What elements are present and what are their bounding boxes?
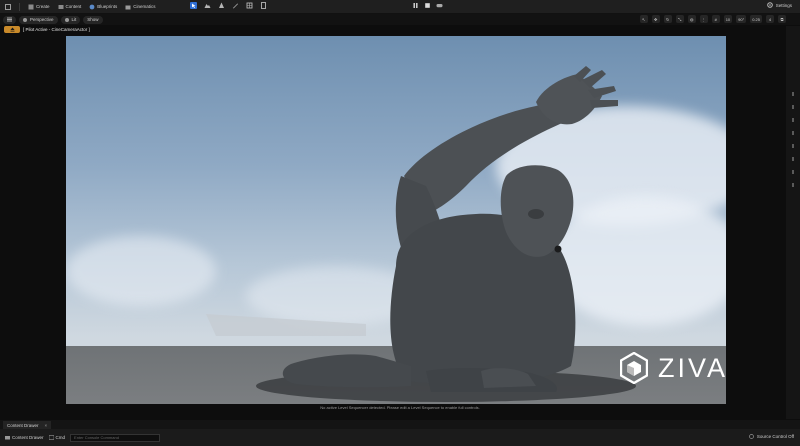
- main-toolbar: Create Content Blueprints Cinematics Set…: [0, 0, 800, 14]
- source-control-label: Source Control Off: [756, 434, 794, 439]
- viewport-menu-button[interactable]: [3, 15, 16, 24]
- foliage-mode-icon[interactable]: [218, 2, 225, 9]
- hamburger-icon: [7, 17, 12, 22]
- rotate-tool-button[interactable]: ↻: [663, 15, 672, 23]
- toolbar-separator: [19, 2, 20, 11]
- content-drawer-button[interactable]: Content Drawer: [5, 435, 44, 440]
- perspective-icon: [23, 17, 27, 22]
- side-marker: [792, 105, 794, 109]
- mode-toolbar: [190, 2, 267, 9]
- cmd-button[interactable]: Cmd: [48, 435, 66, 440]
- folder-icon: [5, 436, 10, 440]
- gear-icon: [766, 2, 773, 8]
- cinematics-button[interactable]: Cinematics: [122, 2, 158, 12]
- content-button[interactable]: Content: [55, 2, 85, 12]
- ziva-logo-icon: [620, 352, 648, 384]
- source-control-icon: [748, 434, 754, 439]
- show-button[interactable]: Show: [83, 15, 103, 24]
- side-marker: [792, 144, 794, 148]
- scale-tool-button[interactable]: ⤡: [675, 15, 684, 23]
- settings-label: Settings: [775, 2, 792, 8]
- content-drawer-tab-label: Content Drawer: [7, 422, 39, 428]
- lit-button[interactable]: Lit: [60, 15, 81, 24]
- viewport-status-message: No active Level Sequencer detected. Plea…: [320, 405, 480, 410]
- close-icon[interactable]: ×: [45, 423, 48, 428]
- play-controls: [412, 2, 443, 9]
- eject-icon: [10, 27, 14, 32]
- lit-icon: [64, 17, 69, 22]
- content-drawer-label: Content Drawer: [12, 435, 44, 440]
- create-button[interactable]: Create: [25, 2, 53, 12]
- perspective-button[interactable]: Perspective: [19, 15, 58, 24]
- side-marker: [792, 118, 794, 122]
- paint-mode-icon[interactable]: [232, 2, 239, 9]
- select-mode-icon[interactable]: [190, 2, 197, 9]
- grid-snap-icon[interactable]: #: [711, 15, 720, 23]
- bottom-tab-bar: Content Drawer ×: [0, 420, 800, 429]
- save-button[interactable]: [2, 2, 16, 12]
- content-label: Content: [65, 4, 82, 9]
- cmd-label: Cmd: [55, 435, 66, 440]
- content-drawer-tab[interactable]: Content Drawer ×: [3, 421, 52, 429]
- console-icon: [48, 435, 54, 440]
- grid-snap-value[interactable]: 10: [723, 15, 733, 23]
- source-control-button[interactable]: Source Control Off: [748, 434, 794, 439]
- surface-snap-icon[interactable]: ⋮: [699, 15, 708, 23]
- ziva-logo: ZIVA: [620, 352, 728, 384]
- side-marker: [792, 92, 794, 96]
- blueprints-label: Blueprints: [97, 4, 118, 9]
- console-command-input[interactable]: Enter Console Command: [70, 433, 161, 442]
- side-marker: [792, 157, 794, 161]
- pilot-label: [ Pilot Active - CineCameraActor ]: [23, 27, 90, 32]
- level-viewport[interactable]: [66, 36, 726, 404]
- create-label: Create: [36, 4, 50, 9]
- side-marker: [792, 170, 794, 174]
- landscape-mode-icon[interactable]: [204, 2, 211, 9]
- side-marker: [792, 183, 794, 187]
- content-icon: [58, 4, 64, 9]
- move-tool-button[interactable]: ✥: [651, 15, 660, 23]
- modeling-mode-icon[interactable]: [246, 2, 253, 9]
- ziva-logo-text: ZIVA: [658, 352, 729, 383]
- blueprints-button[interactable]: Blueprints: [86, 2, 120, 12]
- select-tool-button[interactable]: ↖: [639, 15, 648, 23]
- settings-button[interactable]: Settings: [766, 2, 792, 8]
- gamepad-icon[interactable]: [436, 2, 443, 9]
- blueprint-icon: [89, 4, 95, 9]
- fracture-mode-icon[interactable]: [260, 2, 267, 9]
- viewport-side-strip: [786, 26, 800, 419]
- cinematics-label: Cinematics: [133, 4, 156, 9]
- lit-label: Lit: [71, 17, 77, 22]
- world-local-icon[interactable]: ◍: [687, 15, 696, 23]
- viewport-settings-group: ↖ ✥ ↻ ⤡ ◍ ⋮ # 10 90° 0.25 4 ⧉: [639, 15, 786, 23]
- console-command-placeholder: Enter Console Command: [74, 435, 119, 440]
- stop-icon[interactable]: [424, 2, 431, 9]
- maximize-viewport-icon[interactable]: ⧉: [778, 15, 786, 23]
- status-bar: Content Drawer Cmd Enter Console Command: [0, 429, 800, 446]
- rotation-snap-value[interactable]: 90°: [736, 15, 747, 23]
- side-marker: [792, 131, 794, 135]
- clapperboard-icon: [125, 5, 131, 9]
- perspective-label: Perspective: [30, 17, 54, 22]
- show-label: Show: [87, 17, 99, 22]
- camera-speed-value[interactable]: 4: [766, 15, 774, 23]
- save-icon: [5, 3, 11, 10]
- ziva-character-model: [206, 66, 636, 402]
- pause-icon[interactable]: [412, 2, 419, 9]
- eject-pilot-button[interactable]: [4, 26, 20, 33]
- pilot-bar: [ Pilot Active - CineCameraActor ]: [4, 25, 90, 34]
- scale-snap-value[interactable]: 0.25: [750, 15, 762, 23]
- create-icon: [28, 4, 34, 9]
